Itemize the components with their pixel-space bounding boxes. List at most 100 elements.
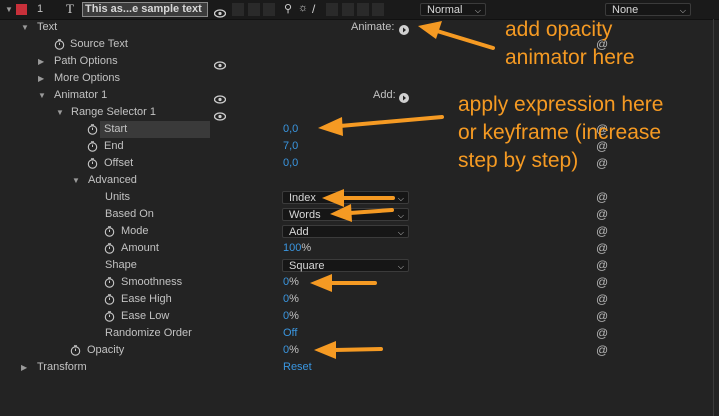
stopwatch-icon[interactable] (87, 124, 98, 135)
layer-label-color-swatch[interactable] (16, 4, 27, 15)
property-row-amount: Amount 100% @ (0, 240, 719, 257)
layer-bar: ▼ 1 T This as...e sample text ⚲ ☼ / Norm… (0, 0, 719, 20)
start-value[interactable]: 0,0 (283, 121, 298, 138)
stopwatch-icon[interactable] (87, 158, 98, 169)
ease-low-label: Ease Low (121, 310, 170, 322)
units-dropdown[interactable]: Index ⌵ (282, 191, 409, 204)
expression-pickwhip-icon[interactable]: @ (596, 155, 608, 172)
property-row-transform: ▶ Transform Reset (0, 359, 719, 376)
percent-unit: % (301, 242, 312, 254)
stopwatch-icon[interactable] (87, 141, 98, 152)
smoothness-value-field[interactable]: 0% (283, 274, 299, 291)
chevron-down-icon: ⌵ (397, 211, 404, 220)
timeline-panel: ▼ 1 T This as...e sample text ⚲ ☼ / Norm… (0, 0, 719, 416)
expression-pickwhip-icon[interactable]: @ (596, 206, 608, 223)
expand-triangle-icon[interactable]: ▼ (72, 172, 80, 189)
based-on-dropdown[interactable]: Words ⌵ (282, 208, 409, 221)
stopwatch-icon[interactable] (104, 226, 115, 237)
expression-pickwhip-icon[interactable]: @ (596, 240, 608, 257)
stopwatch-icon[interactable] (104, 294, 115, 305)
panel-divider (713, 19, 714, 416)
animator-label: Animator 1 (54, 89, 108, 101)
blend-mode-dropdown[interactable]: Normal ⌵ (420, 3, 486, 16)
expression-pickwhip-icon[interactable]: @ (596, 189, 608, 206)
motion-blur-switch[interactable] (342, 3, 354, 16)
visibility-eye-icon[interactable] (213, 91, 227, 104)
expand-triangle-icon[interactable]: ▼ (21, 19, 29, 36)
annotation-expression-line1: apply expression here (458, 93, 664, 116)
expand-triangle-icon[interactable]: ▼ (56, 104, 64, 121)
amount-value[interactable]: 100 (283, 242, 301, 254)
expression-pickwhip-icon[interactable]: @ (596, 308, 608, 325)
units-label: Units (105, 191, 131, 203)
collapse-triangle-icon[interactable]: ▶ (21, 359, 27, 376)
visibility-eye-icon[interactable] (213, 108, 227, 121)
chevron-down-icon: ⌵ (397, 262, 404, 271)
chevron-down-icon: ⌵ (397, 228, 404, 237)
property-row-advanced: ▼ Advanced (0, 172, 719, 189)
expression-pickwhip-icon[interactable]: @ (596, 274, 608, 291)
solo-switch[interactable] (248, 3, 260, 16)
effects-switch[interactable] (326, 3, 338, 16)
property-row-ease-high: Ease High 0% @ (0, 291, 719, 308)
expression-pickwhip-icon[interactable]: @ (596, 342, 608, 359)
property-row-units: Units Index ⌵ @ (0, 189, 719, 206)
percent-unit: % (289, 293, 299, 305)
property-row-shape: Shape Square ⌵ @ (0, 257, 719, 274)
percent-unit: % (289, 310, 299, 322)
mode-value: Add (289, 226, 309, 238)
stopwatch-icon[interactable] (104, 311, 115, 322)
annotation-expression-line3: step by step) (458, 149, 579, 172)
expression-pickwhip-icon[interactable]: @ (596, 223, 608, 240)
stopwatch-icon[interactable] (70, 345, 81, 356)
percent-unit: % (289, 276, 299, 288)
ease-low-value-field[interactable]: 0% (283, 308, 299, 325)
layer-number: 1 (37, 3, 44, 15)
chevron-down-icon: ⌵ (397, 194, 404, 203)
opacity-value-field[interactable]: 0% (283, 342, 299, 359)
expand-layer-toggle[interactable]: ▼ (5, 5, 13, 14)
collapse-icon[interactable]: ☼ (298, 2, 308, 14)
visibility-eye-icon[interactable] (213, 57, 227, 70)
expand-triangle-icon[interactable]: ▼ (38, 87, 46, 104)
property-row-ease-low: Ease Low 0% @ (0, 308, 719, 325)
property-row-offset: Offset 0,0 @ (0, 155, 719, 172)
shape-value: Square (289, 260, 325, 272)
text-layer-icon: T (66, 1, 74, 16)
expression-pickwhip-icon[interactable]: @ (596, 291, 608, 308)
ease-high-value-field[interactable]: 0% (283, 291, 299, 308)
shape-label: Shape (105, 259, 137, 271)
adjustment-switch[interactable] (357, 3, 369, 16)
amount-value-field[interactable]: 100% (283, 240, 311, 257)
lock-switch[interactable] (263, 3, 275, 16)
randomize-order-toggle[interactable]: Off (283, 325, 297, 342)
expression-pickwhip-icon[interactable]: @ (596, 257, 608, 274)
layer-name-field[interactable]: This as...e sample text (82, 2, 208, 17)
expression-pickwhip-icon[interactable]: @ (596, 325, 608, 342)
end-value[interactable]: 7,0 (283, 138, 298, 155)
stopwatch-icon[interactable] (104, 277, 115, 288)
randomize-order-label: Randomize Order (105, 327, 192, 339)
smoothness-label: Smoothness (121, 276, 183, 288)
shy-icon[interactable]: ⚲ (284, 2, 292, 15)
transform-reset-link[interactable]: Reset (283, 359, 312, 376)
offset-value[interactable]: 0,0 (283, 155, 298, 172)
collapse-triangle-icon[interactable]: ▶ (38, 70, 44, 87)
based-on-value: Words (289, 209, 321, 221)
stopwatch-icon[interactable] (54, 39, 65, 50)
quality-icon[interactable]: / (312, 2, 315, 16)
path-options-label: Path Options (54, 55, 118, 67)
start-label: Start (104, 123, 128, 135)
track-matte-value: None (612, 4, 639, 16)
track-matte-dropdown[interactable]: None ⌵ (605, 3, 691, 16)
animate-label: Animate: (351, 21, 395, 33)
shape-dropdown[interactable]: Square ⌵ (282, 259, 409, 272)
property-row-opacity: Opacity 0% @ (0, 342, 719, 359)
collapse-triangle-icon[interactable]: ▶ (38, 53, 44, 70)
3d-layer-switch[interactable] (372, 3, 384, 16)
stopwatch-icon[interactable] (104, 243, 115, 254)
audio-switch[interactable] (232, 3, 244, 16)
source-text-label: Source Text (70, 38, 128, 50)
mode-dropdown[interactable]: Add ⌵ (282, 225, 409, 238)
percent-unit: % (289, 344, 299, 356)
